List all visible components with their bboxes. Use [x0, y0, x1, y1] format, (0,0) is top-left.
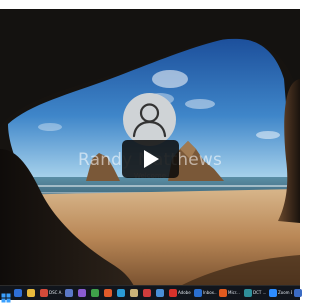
taskbar-item-label: DSC A... [49, 290, 63, 295]
play-icon [144, 150, 159, 168]
taskbar-item[interactable] [293, 287, 305, 299]
user-silhouette-icon [132, 103, 167, 138]
taskbar-item[interactable] [129, 287, 141, 299]
app-icon [65, 289, 73, 297]
taskbar-item[interactable] [13, 287, 25, 299]
app-icon [104, 289, 112, 297]
taskbar-item[interactable] [77, 287, 89, 299]
chrome-icon [40, 289, 48, 297]
taskbar-item-label: DCT ... [253, 290, 267, 295]
screen-recording-frame: Randy Matthews Welcome DSC A... Adobe ...… [0, 0, 302, 303]
app-icon [91, 289, 99, 297]
app-icon [117, 289, 125, 297]
globe-icon [14, 289, 22, 297]
taskbar-item[interactable] [90, 287, 102, 299]
taskbar-item[interactable] [64, 287, 76, 299]
folder-icon [27, 289, 35, 297]
adobe-icon [169, 289, 177, 297]
app-icon [130, 289, 138, 297]
lock-screen: Randy Matthews Welcome [0, 9, 300, 286]
taskbar-item[interactable]: Zoom B... [268, 287, 292, 299]
app-icon [156, 289, 164, 297]
app-icon [78, 289, 86, 297]
taskbar-item[interactable] [116, 287, 128, 299]
taskbar-item[interactable] [142, 287, 154, 299]
taskbar-item[interactable]: Inbox... [193, 287, 217, 299]
taskbar-item-label: Adobe ... [178, 290, 192, 295]
zoom-icon [269, 289, 277, 297]
taskbar-item[interactable]: DSC A... [39, 287, 63, 299]
app-icon [244, 289, 252, 297]
mail-icon [194, 289, 202, 297]
taskbar-item-label: Inbox... [203, 290, 217, 295]
taskbar-item[interactable] [155, 287, 167, 299]
video-play-button[interactable] [122, 140, 179, 178]
taskbar-item[interactable]: Micr... [218, 287, 242, 299]
app-icon [143, 289, 151, 297]
taskbar-item[interactable] [26, 287, 38, 299]
taskbar: DSC A... Adobe ... Inbox... Micr... DCT ... Z… [0, 286, 302, 303]
taskbar-item-label: Micr... [228, 290, 240, 295]
taskbar-item[interactable]: Adobe ... [168, 287, 192, 299]
taskbar-item[interactable] [103, 287, 115, 299]
start-button[interactable] [1, 288, 11, 303]
app-icon [294, 289, 302, 297]
user-avatar [123, 93, 176, 146]
taskbar-item[interactable]: DCT ... [243, 287, 267, 299]
taskbar-item-label: Zoom B... [278, 290, 292, 295]
windows-logo-icon [1, 293, 11, 303]
office-icon [219, 289, 227, 297]
